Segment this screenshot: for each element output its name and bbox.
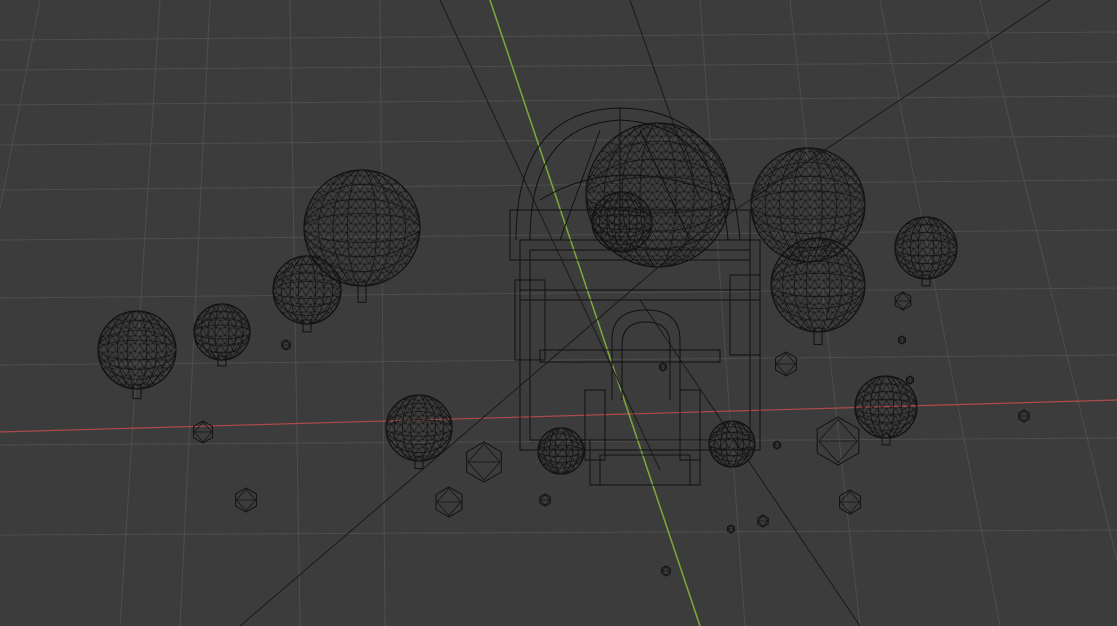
3d-viewport[interactable] bbox=[0, 0, 1117, 626]
rock-edges bbox=[436, 487, 462, 517]
x-axis-line bbox=[0, 399, 1117, 433]
sphere-mesh bbox=[272, 255, 342, 325]
tree-sphere[interactable] bbox=[894, 216, 958, 287]
tree-sphere[interactable] bbox=[272, 255, 342, 333]
sphere-mesh bbox=[537, 427, 585, 475]
sphere-mesh bbox=[854, 375, 918, 439]
tree-sphere[interactable] bbox=[193, 303, 251, 367]
sphere-mesh bbox=[894, 216, 958, 280]
tree-sphere[interactable] bbox=[97, 310, 177, 400]
rock-edges bbox=[467, 443, 501, 481]
ground-grid bbox=[0, 0, 1117, 626]
tree-group[interactable] bbox=[97, 122, 958, 475]
sphere-mesh bbox=[770, 237, 866, 333]
tree-sphere[interactable] bbox=[854, 375, 918, 446]
tree-sphere[interactable] bbox=[591, 191, 653, 253]
tree-sphere[interactable] bbox=[537, 427, 585, 475]
sphere-mesh bbox=[193, 303, 251, 361]
sphere-mesh bbox=[97, 310, 177, 390]
sphere-mesh bbox=[385, 394, 453, 462]
tree-sphere[interactable] bbox=[770, 237, 866, 345]
tree-sphere[interactable] bbox=[708, 420, 756, 468]
sphere-mesh bbox=[591, 191, 653, 253]
tree-sphere[interactable] bbox=[385, 394, 453, 470]
sphere-mesh bbox=[708, 420, 756, 468]
